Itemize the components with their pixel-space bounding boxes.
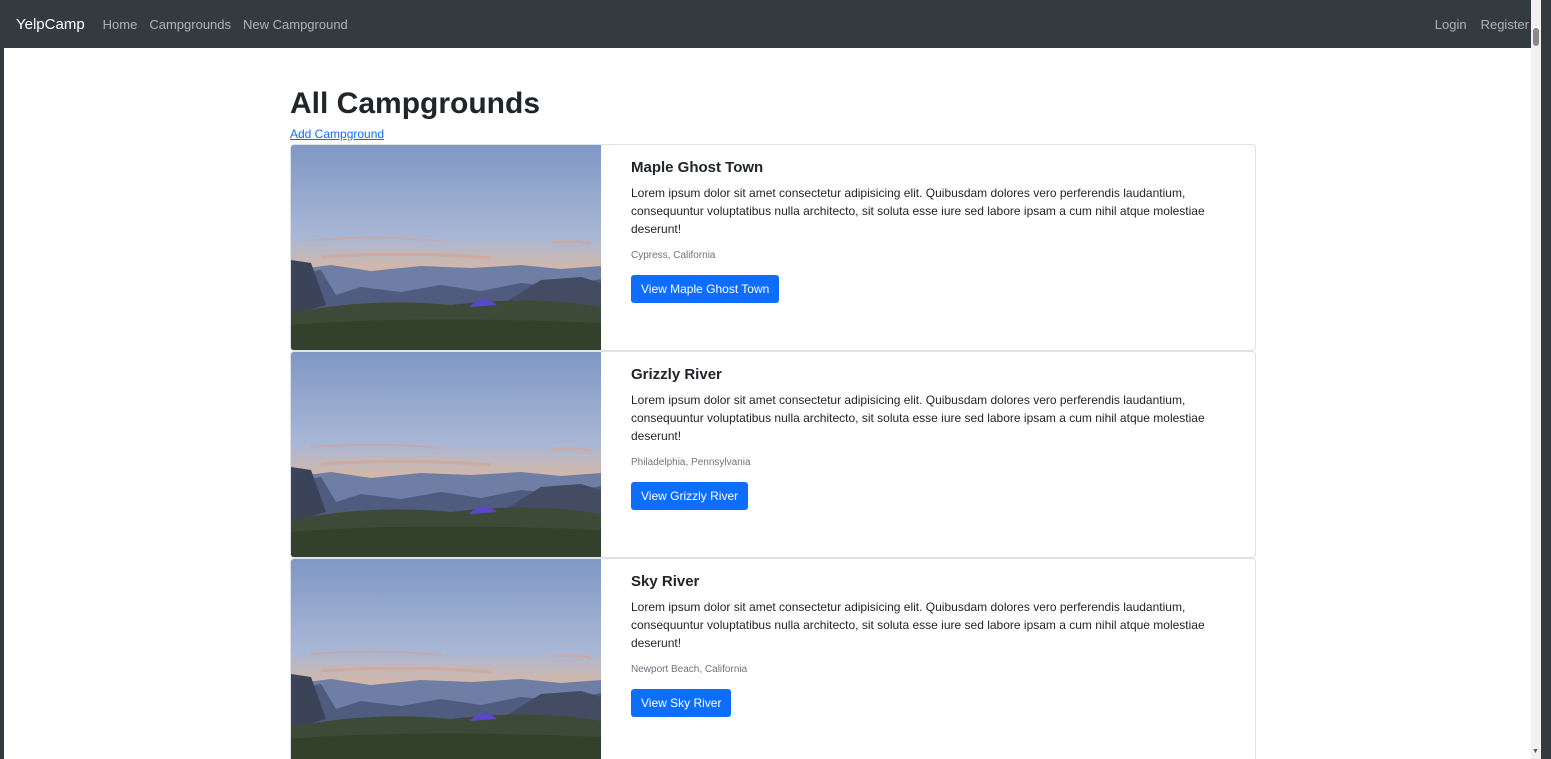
campground-description: Lorem ipsum dolor sit amet consectetur a… [631, 600, 1205, 650]
campground-card: Maple Ghost Town Lorem ipsum dolor sit a… [290, 144, 1256, 351]
view-campground-button[interactable]: View Grizzly River [631, 482, 749, 510]
campground-card: Grizzly River Lorem ipsum dolor sit amet… [290, 351, 1256, 558]
nav-link-login[interactable]: Login [1435, 17, 1467, 32]
browser-viewport: YelpCamp Home Campgrounds New Campground… [4, 0, 1541, 759]
add-campground-link[interactable]: Add Campground [290, 127, 384, 141]
campground-image [291, 352, 601, 557]
campground-title: Maple Ghost Town [631, 159, 764, 176]
campground-list: Maple Ghost Town Lorem ipsum dolor sit a… [290, 144, 1256, 759]
page-header: All Campgrounds Add Campground [290, 86, 1256, 143]
campground-location: Cypress, California [631, 250, 716, 261]
scroll-down-arrow-icon[interactable]: ▼ [1532, 748, 1539, 755]
navbar: YelpCamp Home Campgrounds New Campground… [4, 0, 1541, 48]
scrollbar-thumb[interactable] [1533, 28, 1539, 46]
card-body: Maple Ghost Town Lorem ipsum dolor sit a… [601, 145, 1255, 350]
view-campground-button[interactable]: View Maple Ghost Town [631, 275, 780, 303]
card-body: Sky River Lorem ipsum dolor sit amet con… [601, 559, 1255, 759]
campground-image [291, 145, 601, 350]
nav-link-campgrounds[interactable]: Campgrounds [149, 17, 231, 32]
nav-link-register[interactable]: Register [1481, 17, 1529, 32]
campground-description: Lorem ipsum dolor sit amet consectetur a… [631, 393, 1205, 443]
navbar-right: Login Register [1421, 17, 1529, 32]
campground-location: Newport Beach, California [631, 664, 748, 675]
vertical-scrollbar[interactable]: ▼ [1531, 0, 1541, 759]
campground-card: Sky River Lorem ipsum dolor sit amet con… [290, 558, 1256, 759]
card-body: Grizzly River Lorem ipsum dolor sit amet… [601, 352, 1255, 557]
nav-link-new-campground[interactable]: New Campground [243, 17, 348, 32]
navbar-brand[interactable]: YelpCamp [16, 16, 85, 33]
campground-description: Lorem ipsum dolor sit amet consectetur a… [631, 186, 1205, 236]
campground-image [291, 559, 601, 759]
page-title: All Campgrounds [290, 87, 541, 120]
view-campground-button[interactable]: View Sky River [631, 689, 732, 717]
campground-title: Grizzly River [631, 366, 722, 383]
campground-location: Philadelphia, Pennsylvania [631, 457, 751, 468]
nav-link-home[interactable]: Home [103, 17, 138, 32]
campground-title: Sky River [631, 573, 700, 590]
